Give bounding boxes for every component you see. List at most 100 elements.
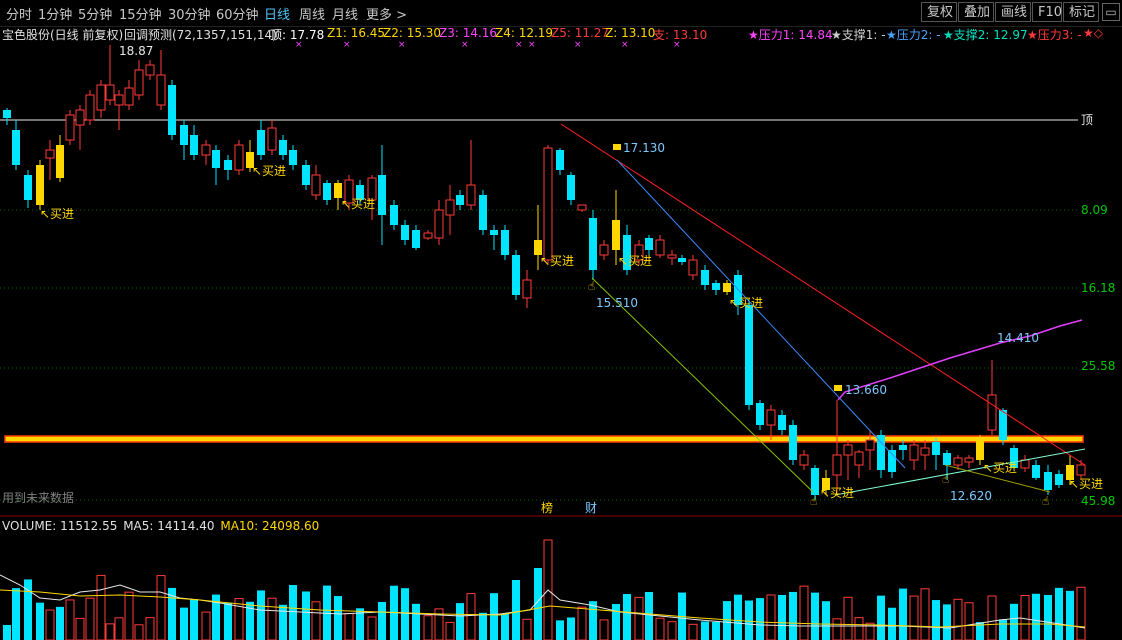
ding-line-label: 顶	[1081, 113, 1093, 127]
candle-body	[953, 457, 963, 466]
svg-text:☝: ☝	[942, 472, 949, 486]
volume-bar	[479, 612, 487, 640]
candle-body	[920, 447, 930, 456]
candle-body	[65, 114, 75, 141]
marker-15510: 15.510	[596, 296, 638, 310]
volume-bar	[344, 613, 354, 640]
candle-body	[701, 270, 709, 285]
candle-body	[24, 175, 32, 200]
high-price-label: 18.87	[119, 44, 153, 58]
volume-value: VOLUME: 11512.55	[2, 519, 118, 533]
candle-body	[3, 110, 11, 118]
volume-bar	[124, 591, 134, 640]
volume-bar	[224, 602, 232, 640]
volume-bar	[36, 602, 44, 640]
level-label-2: 16.18	[1081, 281, 1115, 295]
volume-bar	[512, 580, 520, 640]
volume-bar	[556, 620, 564, 640]
volume-bar	[401, 588, 409, 640]
candle-body	[12, 130, 20, 165]
level-label-4: 45.98	[1081, 494, 1115, 508]
volume-ma10: MA10: 24098.60	[220, 519, 320, 533]
candle-body	[577, 204, 587, 211]
volume-bar	[105, 623, 115, 640]
candle-body	[45, 149, 55, 159]
volume-bar	[1044, 594, 1052, 640]
candle-body	[96, 84, 106, 111]
volume-bar	[688, 623, 698, 640]
volume-bar	[723, 601, 731, 640]
volume-bars	[3, 539, 1086, 640]
volume-bar	[456, 603, 464, 640]
candle-body	[1076, 464, 1086, 476]
volume-bar	[311, 601, 321, 640]
candle-body	[745, 305, 753, 405]
candle-body	[512, 255, 520, 295]
candle-body	[445, 199, 455, 216]
svg-text:×: ×	[398, 40, 406, 50]
volume-bar	[156, 575, 166, 640]
volume-bar	[987, 595, 997, 640]
volume-bar	[1020, 595, 1030, 640]
volume-bar	[75, 617, 85, 640]
candle-body	[401, 225, 409, 240]
candle-body	[56, 145, 64, 178]
candle-body	[723, 283, 731, 292]
svg-text:☝: ☝	[810, 494, 817, 508]
candle-body	[943, 453, 951, 465]
candle-body	[877, 435, 885, 470]
candle-body	[423, 232, 433, 239]
volume-bar	[999, 619, 1007, 640]
buy-signal-label: ↖买进	[1069, 477, 1103, 491]
volume-bar	[65, 599, 75, 640]
kline-chart[interactable]: × × × × × × × × × 顶 8.09 16.18 25.58 45.98 18.…	[0, 0, 1122, 640]
bang-marker[interactable]: 榜	[541, 500, 553, 515]
candle-body	[85, 94, 95, 121]
candle-body	[378, 175, 386, 215]
candle-body	[589, 218, 597, 270]
cai-marker[interactable]: 财	[585, 501, 597, 515]
candle-body	[843, 444, 853, 456]
buy-signal-label: ↖买进	[252, 164, 286, 178]
volume-bar	[1076, 586, 1086, 640]
volume-bar	[334, 596, 342, 640]
candle-body	[180, 125, 188, 145]
buy-signal-label: ↖买进	[40, 207, 74, 221]
volume-bar	[943, 604, 951, 640]
marker-17130: 17.130	[623, 141, 665, 155]
candle-body	[999, 410, 1007, 440]
support-band	[4, 435, 1084, 443]
candle-body	[888, 450, 896, 472]
volume-bar	[953, 598, 963, 640]
candle-body	[456, 195, 464, 205]
volume-bar	[3, 625, 11, 640]
volume-bar	[45, 609, 55, 640]
volume-bar	[909, 595, 919, 640]
volume-bar	[145, 617, 155, 640]
candle-body	[105, 84, 115, 101]
candle-body	[234, 144, 244, 171]
candle-body	[168, 85, 176, 135]
volume-bar	[799, 585, 809, 640]
volume-bar	[1055, 587, 1063, 640]
svg-text:×: ×	[528, 40, 536, 50]
candle-body	[543, 147, 553, 261]
svg-text:☝: ☝	[588, 279, 595, 293]
volume-bar	[412, 603, 420, 640]
candle-body	[712, 283, 720, 290]
candle-body	[302, 165, 310, 185]
candle-body	[964, 457, 974, 463]
candle-body	[987, 394, 997, 431]
candle-body	[224, 160, 232, 170]
volume-bar	[634, 596, 644, 640]
candle-body	[201, 144, 211, 156]
volume-bar	[701, 621, 709, 640]
buy-signal-label: ↖买进	[983, 461, 1017, 475]
level-label-3: 25.58	[1081, 359, 1115, 373]
candle-body	[36, 165, 44, 205]
candlestick-series	[3, 45, 1086, 500]
svg-text:×: ×	[574, 40, 582, 50]
volume-bar	[854, 617, 864, 640]
volume-bar	[180, 607, 188, 640]
volume-bar	[1032, 593, 1040, 640]
